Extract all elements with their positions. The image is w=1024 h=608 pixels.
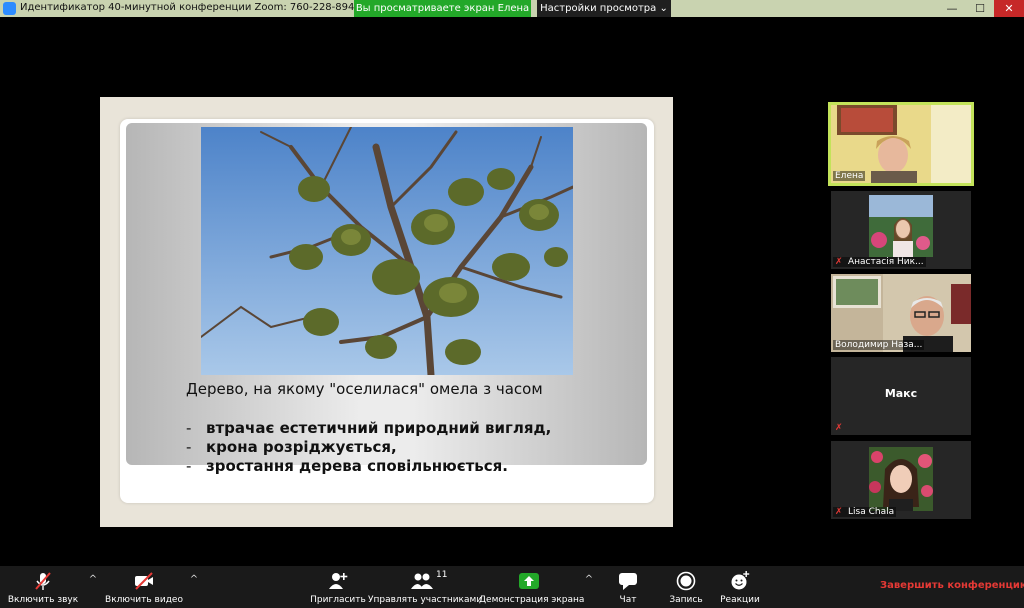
participant-tile-lisa[interactable]: ✗ Lisa Chala — [831, 441, 971, 519]
share-options-caret[interactable]: ^ — [582, 574, 596, 585]
record-button[interactable]: Запись — [664, 566, 708, 608]
participants-count: 11 — [436, 570, 448, 580]
invite-button[interactable]: Пригласить — [306, 566, 370, 608]
participant-status: ✗ — [833, 423, 850, 433]
share-screen-button[interactable]: Демонстрация экрана — [479, 566, 584, 608]
audio-options-caret[interactable]: ^ — [86, 574, 100, 585]
bullet-marker: - — [186, 419, 192, 437]
window-title: Идентификатор 40-минутной конференции Zo… — [20, 2, 361, 13]
bullet-marker: - — [186, 438, 192, 456]
end-meeting-button[interactable]: Завершить конференцию — [880, 580, 1024, 591]
close-button[interactable]: ✕ — [994, 0, 1024, 17]
reactions-button[interactable]: Реакции — [717, 566, 763, 608]
participant-tile-maks[interactable]: Макс ✗ — [831, 357, 971, 435]
camera-off-icon — [135, 572, 153, 590]
maximize-button[interactable]: ☐ — [966, 0, 994, 17]
participant-name: Елена — [833, 171, 866, 181]
participant-video — [869, 447, 933, 511]
start-video-button[interactable]: Включить видео — [104, 566, 184, 608]
mic-muted-icon: ✗ — [835, 507, 843, 517]
unmute-button[interactable]: Включить звук — [2, 566, 84, 608]
view-options-dropdown[interactable]: Настройки просмотра ⌄ — [537, 0, 671, 17]
screen-share-banner: Вы просматриваете экран Елена — [354, 0, 531, 17]
participant-name: ✗ Lisa Chala — [833, 507, 897, 517]
participant-tile-volodymyr[interactable]: Володимир Наза... — [831, 274, 971, 352]
chat-button[interactable]: Чат — [606, 566, 650, 608]
share-screen-arrow-icon — [519, 573, 539, 589]
mistletoe-tree-photo — [201, 127, 573, 375]
chat-bubble-icon — [619, 573, 637, 590]
bullet-item: - крона розріджується, — [186, 438, 551, 457]
slide-heading: Дерево, на якому "оселилася" омела з час… — [186, 380, 543, 398]
mic-muted-icon: ✗ — [835, 257, 843, 267]
person-plus-icon — [329, 573, 348, 589]
bullet-item: - втрачає естетичний природний вигляд, — [186, 419, 551, 438]
emoji-plus-icon — [731, 571, 750, 590]
record-circle-icon — [676, 571, 696, 591]
slide-bullet-list: - втрачає естетичний природний вигляд, -… — [186, 419, 551, 476]
bullet-text: втрачає естетичний природний вигляд, — [206, 419, 552, 437]
mic-muted-icon — [35, 572, 51, 590]
participant-name: ✗ Анастасія Ник... — [833, 257, 926, 267]
meeting-toolbar: Включить звук ^ Включить видео ^ Приглас… — [0, 566, 1024, 608]
people-icon — [411, 573, 433, 589]
participant-tile-elena[interactable]: Елена — [828, 102, 974, 186]
manage-participants-button[interactable]: Управлять участниками — [368, 566, 482, 608]
participant-name: Володимир Наза... — [833, 340, 925, 350]
bullet-text: крона розріджується, — [206, 438, 397, 456]
bullet-item: - зростання дерева сповільнюється. — [186, 457, 551, 476]
video-options-caret[interactable]: ^ — [187, 574, 201, 585]
participant-name-center: Макс — [884, 387, 918, 400]
participant-tile-anastasia[interactable]: ✗ Анастасія Ник... — [831, 191, 971, 269]
participant-video — [869, 195, 933, 257]
bullet-marker: - — [186, 457, 192, 475]
minimize-button[interactable]: — — [938, 0, 966, 17]
zoom-app-icon — [3, 2, 16, 15]
bullet-text: зростання дерева сповільнюється. — [206, 457, 508, 475]
mic-muted-icon: ✗ — [835, 423, 843, 433]
